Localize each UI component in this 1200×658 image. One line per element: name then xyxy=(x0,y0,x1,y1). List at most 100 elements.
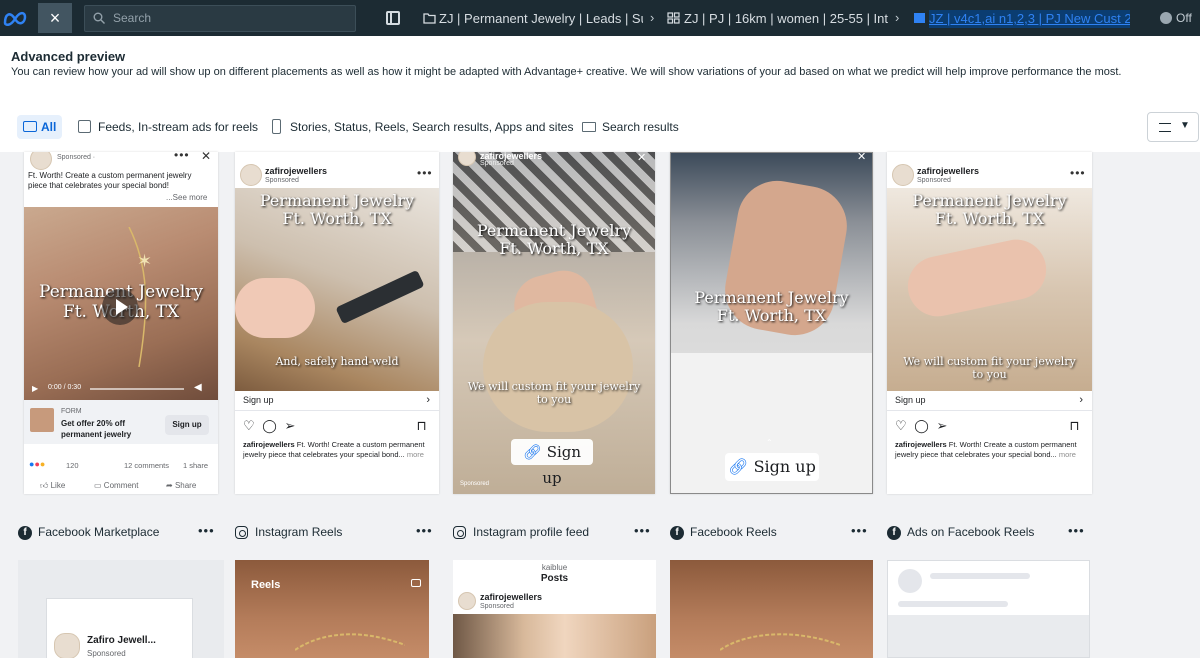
view-options-button[interactable]: ▼ xyxy=(1147,112,1199,142)
bracelet-chain-illustration xyxy=(295,633,405,651)
page-description: You can review how your ad will show up … xyxy=(11,66,1122,78)
instagram-icon xyxy=(235,526,248,539)
overlay-line: Ft. Worth, TX xyxy=(716,306,827,326)
toggle-panel-icon[interactable] xyxy=(386,11,400,25)
placement-label: Facebook Marketplace xyxy=(38,525,160,539)
heart-icon[interactable]: ♡ xyxy=(895,418,907,433)
sponsored-footer: Sponsored xyxy=(460,481,490,487)
overlay-line: We will custom fit your jewelry xyxy=(903,355,1076,368)
cta-label: Sign up xyxy=(753,457,816,476)
placement-instagram-reels[interactable]: Instagram Reels ••• xyxy=(235,520,433,546)
overlay-line: to you xyxy=(536,392,572,406)
filter-all[interactable]: All xyxy=(17,115,63,139)
preview-instagram-profile[interactable]: kaiblue Posts zafirojewellers Sponsored xyxy=(453,560,656,658)
facebook-icon: f xyxy=(18,526,32,540)
more-options-icon[interactable]: ••• xyxy=(851,523,868,538)
overlay-line: Ft. Worth, TX xyxy=(934,209,1045,229)
close-icon[interactable]: ✕ xyxy=(201,152,212,163)
breadcrumb-ad[interactable]: JZ | v4c1,ai n1,2,3 | PJ New Cust 20% xyxy=(929,10,1130,28)
see-more-link[interactable]: ...See more xyxy=(166,193,207,202)
volume-icon[interactable]: ◀ xyxy=(194,382,202,393)
text-placeholder xyxy=(930,573,1030,579)
thumbs-up-icon: 👍︎ xyxy=(40,481,49,490)
play-icon xyxy=(116,299,128,315)
play-small-icon[interactable]: ▶ xyxy=(32,384,38,393)
overlay-subtitle: We will custom fit your jewelry to you xyxy=(453,380,655,406)
cta-sign-up-button[interactable]: 🔗︎ Sign up xyxy=(725,453,819,481)
ad-icon xyxy=(914,13,925,23)
facebook-icon: f xyxy=(887,526,901,540)
post-media[interactable]: Permanent Jewelry Ft. Worth, TX We will … xyxy=(887,188,1092,391)
cta-sign-up-button[interactable]: Sign up xyxy=(165,415,209,435)
send-icon[interactable]: ➢ xyxy=(284,418,295,433)
breadcrumb-campaign[interactable]: ZJ | Permanent Jewelry | Leads | Sur xyxy=(439,10,643,28)
comment-button[interactable]: ▭ Comment xyxy=(94,481,138,490)
preview-instagram-feed[interactable]: zafirojewellers Sponsored ••• Permanent … xyxy=(235,152,439,494)
more-options-icon[interactable]: ••• xyxy=(1068,523,1085,538)
avatar xyxy=(892,164,914,186)
ad-status-toggle[interactable] xyxy=(1160,12,1172,24)
more-link[interactable]: more xyxy=(407,450,424,459)
bookmark-icon[interactable]: ⊓ xyxy=(416,418,426,434)
play-button[interactable] xyxy=(102,289,138,325)
preview-facebook-feed[interactable]: Sponsored · ••• ✕ Ft. Worth! Create a cu… xyxy=(24,152,218,494)
placement-facebook-marketplace[interactable]: f Facebook Marketplace ••• xyxy=(18,520,214,546)
overlay-line: to you xyxy=(972,367,1007,381)
preview-facebook-story[interactable]: Permanent Jewelry Ft. Worth, TX ⌃ 🔗︎ Sig… xyxy=(670,152,873,494)
post-media[interactable]: Permanent Jewelry Ft. Worth, TX And, saf… xyxy=(235,188,439,391)
overlay-line: Ft. Worth, TX xyxy=(282,209,392,229)
cta-sign-up-bar[interactable]: Sign up › xyxy=(235,391,439,411)
avatar xyxy=(54,633,80,658)
preview-instagram-reels[interactable]: Reels xyxy=(235,560,429,658)
filter-stories[interactable]: Stories, Status, Reels, Search results, … xyxy=(270,115,573,139)
comment-icon[interactable]: ◯ xyxy=(914,418,929,433)
placement-ads-on-facebook-reels[interactable]: f Ads on Facebook Reels ••• xyxy=(887,520,1085,546)
heart-icon[interactable]: ♡ xyxy=(243,418,255,433)
more-link[interactable]: more xyxy=(1059,450,1076,459)
breadcrumb-ad-set[interactable]: ZJ | PJ | 16km | women | 25-55 | Int t xyxy=(684,10,888,28)
filter-search-results[interactable]: Search results xyxy=(582,115,679,139)
overlay-title: Permanent Jewelry Ft. Worth, TX xyxy=(235,191,439,229)
more-options-icon[interactable]: ••• xyxy=(417,166,433,180)
ad-set-grid-icon xyxy=(667,12,680,24)
placement-facebook-reels[interactable]: f Facebook Reels ••• xyxy=(670,520,868,546)
comment-icon[interactable]: ◯ xyxy=(262,418,277,433)
close-button[interactable]: × xyxy=(38,3,72,33)
preview-instagram-story[interactable]: zafirojewellers Sponsored ✕ Permanent Je… xyxy=(453,152,655,494)
devices-icon xyxy=(23,121,37,132)
preview-facebook-reels[interactable] xyxy=(670,560,873,658)
more-options-icon[interactable]: ••• xyxy=(634,523,651,538)
profile-post-media[interactable] xyxy=(453,614,656,658)
video-media[interactable]: ✶ Permanent Jewelry Ft. Worth, TX ▶ 0:00… xyxy=(24,207,218,400)
bookmark-icon[interactable]: ⊓ xyxy=(1069,418,1079,434)
more-options-icon[interactable]: ••• xyxy=(174,152,190,162)
avatar xyxy=(240,164,262,186)
overlay-line: Permanent Jewelry xyxy=(259,191,415,210)
placement-instagram-profile-feed[interactable]: Instagram profile feed ••• xyxy=(453,520,651,546)
like-button[interactable]: 👍︎ Like xyxy=(40,481,65,491)
facebook-icon: f xyxy=(670,526,684,540)
phone-icon xyxy=(272,119,281,134)
more-options-icon[interactable]: ••• xyxy=(198,523,215,538)
caption-text: Ft. Worth! Create a custom permanent jew… xyxy=(28,171,192,191)
preview-ads-on-facebook-reels[interactable] xyxy=(887,560,1090,658)
more-options-icon[interactable]: ••• xyxy=(1070,166,1086,180)
cta-bar[interactable]: FORM Get offer 20% off permanent jewelry… xyxy=(24,400,218,444)
bracelet-chain-illustration xyxy=(720,633,840,651)
search-input[interactable]: Search xyxy=(84,5,356,32)
cta-sign-up-bar[interactable]: Sign up › xyxy=(887,391,1092,411)
preview-instagram-feed-2[interactable]: zafirojewellers Sponsored ••• Permanent … xyxy=(887,152,1092,494)
share-button[interactable]: ➦ Share xyxy=(166,481,196,490)
more-options-icon[interactable]: ••• xyxy=(416,523,433,538)
send-icon[interactable]: ➢ xyxy=(936,418,947,433)
close-icon[interactable]: ✕ xyxy=(637,152,646,164)
video-progress[interactable] xyxy=(90,388,184,390)
filter-feeds[interactable]: Feeds, In-stream ads for reels xyxy=(78,115,258,139)
cta-sign-up-button[interactable]: 🔗︎ Sign up xyxy=(511,439,593,487)
camera-icon[interactable] xyxy=(411,579,421,587)
preview-marketplace[interactable]: Zafiro Jewell... Sponsored xyxy=(18,560,224,658)
text-placeholder xyxy=(898,601,1008,607)
account-name: zafirojewellers xyxy=(917,166,980,176)
overlay-title: Permanent Jewelry Ft. Worth, TX xyxy=(671,288,872,326)
close-icon[interactable]: ✕ xyxy=(857,153,866,163)
